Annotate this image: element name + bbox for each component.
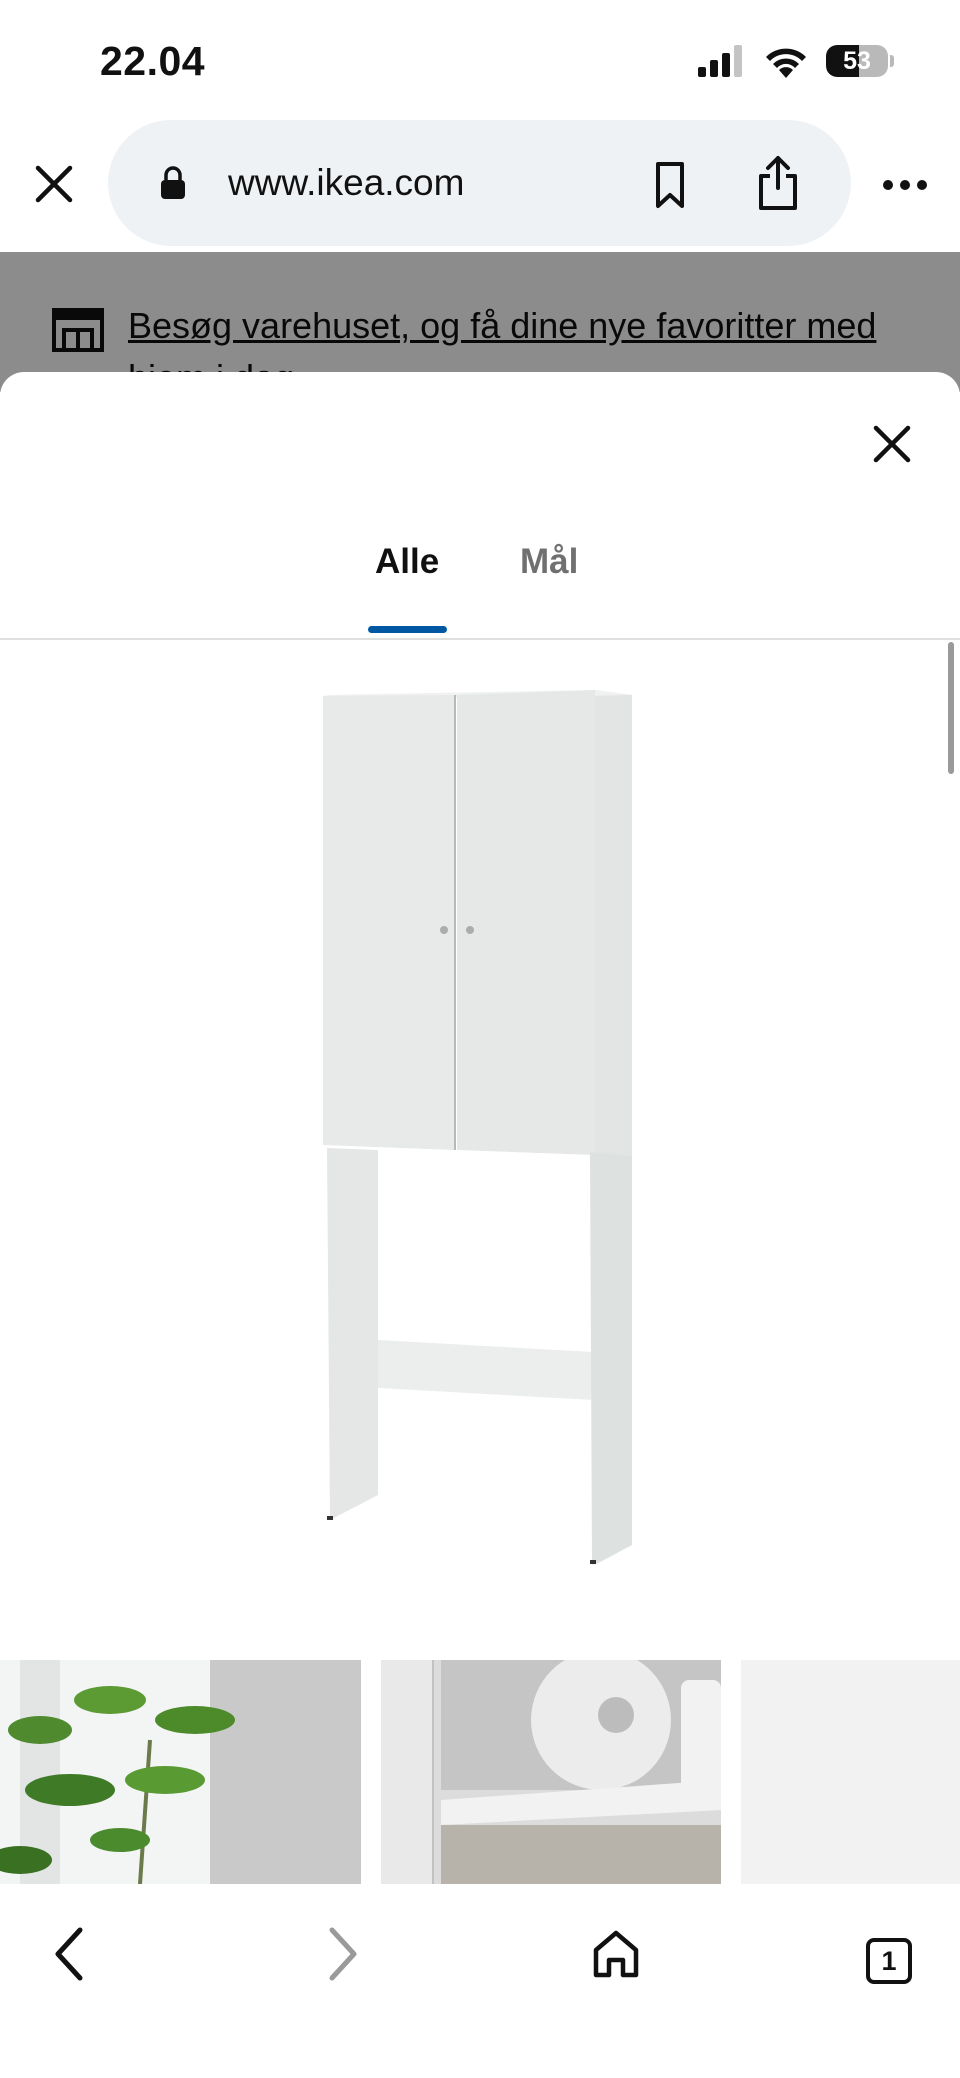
thumbnail-white[interactable] [741,1660,960,1884]
wifi-icon [766,48,806,78]
status-bar: 22.04 53 [0,0,960,120]
url-text[interactable]: www.ikea.com [228,162,464,204]
close-browser-button[interactable] [28,158,80,210]
tab-dimensions[interactable]: Mål [520,542,578,582]
browser-toolbar: 1 [0,1884,960,2078]
lock-icon [161,166,185,199]
share-icon[interactable] [753,154,803,212]
product-image[interactable] [0,640,960,1660]
close-icon [35,165,73,203]
status-icons: 53 [698,44,894,78]
media-tabs: Alle Mål [0,542,960,610]
thumbnail-iron-shelf[interactable] [381,1660,721,1884]
status-time: 22.04 [100,38,206,84]
battery-percent: 53 [843,47,871,75]
chevron-right-icon [329,1927,357,1981]
close-sheet-button[interactable] [870,422,914,466]
browser-bar: www.ikea.com [0,120,960,252]
cellular-signal-icon [698,45,742,77]
battery-nub [890,55,894,67]
home-button[interactable] [586,1924,646,1984]
back-button[interactable] [40,1924,100,1984]
tab-active-indicator [368,626,447,633]
forward-button[interactable] [312,1924,372,1984]
scrollbar[interactable] [948,642,954,774]
thumbnail-plant[interactable] [0,1660,361,1884]
tabs-button[interactable]: 1 [866,1938,912,1984]
chevron-left-icon [55,1927,83,1981]
battery-icon: 53 [826,45,888,77]
bookmark-icon[interactable] [648,160,692,210]
thumbnail-strip [0,1660,960,1884]
media-sheet: Alle Mål [0,372,960,1884]
more-icon[interactable] [880,170,930,200]
sheet-backdrop[interactable] [0,252,960,392]
address-bar[interactable]: www.ikea.com [108,120,851,246]
home-icon [593,1930,639,1978]
tab-all[interactable]: Alle [375,542,439,582]
